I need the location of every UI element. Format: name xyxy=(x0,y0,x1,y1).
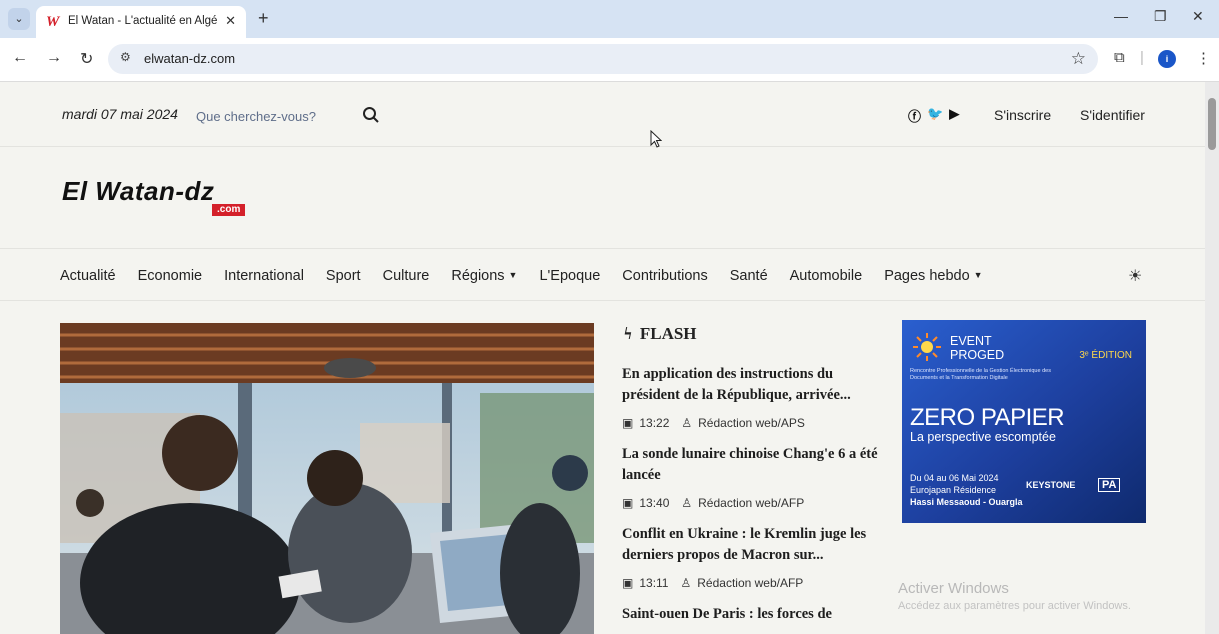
nav-item-automobile[interactable]: Automobile xyxy=(790,268,863,284)
ad-edition: 3ᵉ ÉDITION xyxy=(1079,350,1132,361)
flash-news-meta: ▣ 13:22 ♙ Rédaction web/APS xyxy=(622,416,878,430)
flash-news-time: 13:11 xyxy=(639,576,669,590)
profile-avatar[interactable]: i xyxy=(1158,50,1176,68)
minimize-button[interactable]: — xyxy=(1114,8,1128,24)
nav-item-pages-hebdo[interactable]: Pages hebdo ▼ xyxy=(884,268,982,284)
flash-news-item: Conflit en Ukraine : le Kremlin juge les… xyxy=(622,524,878,590)
site-info-icon[interactable]: ⚙ xyxy=(120,50,131,64)
caret-down-icon: ▼ xyxy=(973,270,983,280)
ad-sponsor-keystone: KEYSTONE xyxy=(1026,480,1076,490)
close-window-button[interactable]: ✕ xyxy=(1192,8,1204,25)
flash-news-title[interactable]: Saint-ouen De Paris : les forces de xyxy=(622,604,878,625)
browser-tab[interactable]: W El Watan - L'actualité en Algérie ✕ xyxy=(36,6,246,38)
new-tab-button[interactable]: + xyxy=(258,8,269,29)
signin-link[interactable]: S'identifier xyxy=(1080,107,1145,123)
windows-activation-subtitle: Accédez aux paramètres pour activer Wind… xyxy=(898,600,1131,612)
web-page: mardi 07 mai 2024 ⓕ 🐦 ▶ S'inscrire S'ide… xyxy=(0,82,1219,634)
facebook-icon[interactable]: ⓕ xyxy=(908,106,921,125)
toolbar-divider: | xyxy=(1140,49,1144,66)
nav-item-l-epoque[interactable]: L'Epoque xyxy=(539,268,600,284)
nav-item-sant-[interactable]: Santé xyxy=(730,268,768,284)
calendar-icon: ▣ xyxy=(622,416,634,430)
flash-news-meta: ▣ 13:11 ♙ Rédaction web/AFP xyxy=(622,576,878,590)
flash-news-item: La sonde lunaire chinoise Chang'e 6 a ét… xyxy=(622,444,878,510)
flash-news-author[interactable]: Rédaction web/APS xyxy=(698,416,805,430)
mouse-cursor-icon xyxy=(650,130,662,148)
user-icon: ♙ xyxy=(681,496,693,510)
nav-item-sport[interactable]: Sport xyxy=(326,268,361,284)
flash-news-item: En application des instructions du prési… xyxy=(622,364,878,430)
divider xyxy=(0,146,1205,147)
site-logo[interactable]: El Watan-dz xyxy=(62,176,214,207)
extensions-icon[interactable]: ⧉ xyxy=(1114,49,1125,66)
flash-news-author[interactable]: Rédaction web/AFP xyxy=(698,496,804,510)
address-bar[interactable]: ⚙ elwatan-dz.com ☆ xyxy=(108,44,1098,74)
calendar-icon: ▣ xyxy=(622,496,634,510)
ad-description: Rencontre Professionnelle de la Gestion … xyxy=(910,368,1051,381)
reload-icon[interactable]: ↻ xyxy=(80,49,93,69)
nav-item-contributions[interactable]: Contributions xyxy=(622,268,707,284)
sun-icon[interactable]: ☀ xyxy=(1128,266,1142,286)
nav-item-actualit-[interactable]: Actualité xyxy=(60,268,116,284)
bookmark-star-icon[interactable]: ☆ xyxy=(1071,49,1086,69)
browser-menu-icon[interactable]: ⋮ xyxy=(1196,49,1211,67)
ad-headline: ZERO PAPIER xyxy=(910,404,1065,431)
nav-item-r-gions[interactable]: Régions ▼ xyxy=(451,268,517,284)
nav-item-international[interactable]: International xyxy=(224,268,304,284)
nav-item-culture[interactable]: Culture xyxy=(383,268,430,284)
youtube-icon[interactable]: ▶ xyxy=(949,106,959,125)
user-icon: ♙ xyxy=(681,416,693,430)
user-icon: ♙ xyxy=(680,576,692,590)
ad-date-location: Du 04 au 06 Mai 2024 Eurojapan Résidence… xyxy=(910,473,1023,507)
nav-item-economie[interactable]: Economie xyxy=(138,268,202,284)
signup-link[interactable]: S'inscrire xyxy=(994,107,1051,123)
tab-search-icon[interactable]: ⌄ xyxy=(8,8,30,30)
main-navigation: Actualité Economie International Sport Cultu… xyxy=(60,268,983,284)
url-text[interactable]: elwatan-dz.com xyxy=(144,51,235,66)
caret-down-icon: ▼ xyxy=(508,270,518,280)
twitter-icon[interactable]: 🐦 xyxy=(927,106,943,125)
hero-article-image[interactable] xyxy=(60,323,594,634)
page-scrollbar[interactable] xyxy=(1205,82,1219,634)
flash-news-title[interactable]: La sonde lunaire chinoise Chang'e 6 a ét… xyxy=(622,444,878,486)
flash-news-item: Saint-ouen De Paris : les forces de xyxy=(622,604,878,625)
search-icon[interactable] xyxy=(362,106,380,124)
flash-news-time: 13:40 xyxy=(639,496,670,510)
flash-heading: ϟ FLASH xyxy=(624,324,697,343)
search-input[interactable] xyxy=(196,104,346,128)
social-links: ⓕ 🐦 ▶ xyxy=(908,106,959,125)
forward-arrow-icon[interactable]: → xyxy=(46,49,62,67)
divider xyxy=(0,248,1205,249)
browser-toolbar: ← → ↻ ⚙ elwatan-dz.com ☆ ⧉ | i ⋮ xyxy=(0,38,1219,82)
flash-news-title[interactable]: En application des instructions du prési… xyxy=(622,364,878,406)
calendar-icon: ▣ xyxy=(622,576,634,590)
elwatan-favicon-icon: W xyxy=(46,14,60,30)
current-date: mardi 07 mai 2024 xyxy=(62,106,178,122)
ad-subhead: La perspective escomptée xyxy=(910,430,1056,444)
flash-news-meta: ▣ 13:40 ♙ Rédaction web/AFP xyxy=(622,496,878,510)
lightning-icon: ϟ xyxy=(624,324,632,343)
windows-activation-title: Activer Windows xyxy=(898,580,1009,597)
site-logo-tld: .com xyxy=(212,204,246,216)
flash-news-time: 13:22 xyxy=(639,416,670,430)
browser-tab-bar: ⌄ W El Watan - L'actualité en Algérie ✕ … xyxy=(0,0,1219,38)
event-proged-ad[interactable]: EVENT PROGED 3ᵉ ÉDITION Rencontre Profes… xyxy=(902,320,1146,523)
ad-event-title: EVENT PROGED xyxy=(950,334,1005,362)
scrollbar-thumb[interactable] xyxy=(1208,98,1216,150)
back-arrow-icon[interactable]: ← xyxy=(12,49,28,67)
flash-news-author[interactable]: Rédaction web/AFP xyxy=(697,576,803,590)
tab-close-icon[interactable]: ✕ xyxy=(225,13,236,29)
restore-button[interactable]: ❐ xyxy=(1154,8,1167,25)
flash-news-list: En application des instructions du prési… xyxy=(622,364,878,634)
tab-title: El Watan - L'actualité en Algérie xyxy=(68,15,218,27)
ad-sponsor-pa: PA xyxy=(1098,478,1121,492)
sunburst-icon xyxy=(913,333,941,361)
flash-news-title[interactable]: Conflit en Ukraine : le Kremlin juge les… xyxy=(622,524,878,566)
divider xyxy=(0,300,1205,301)
